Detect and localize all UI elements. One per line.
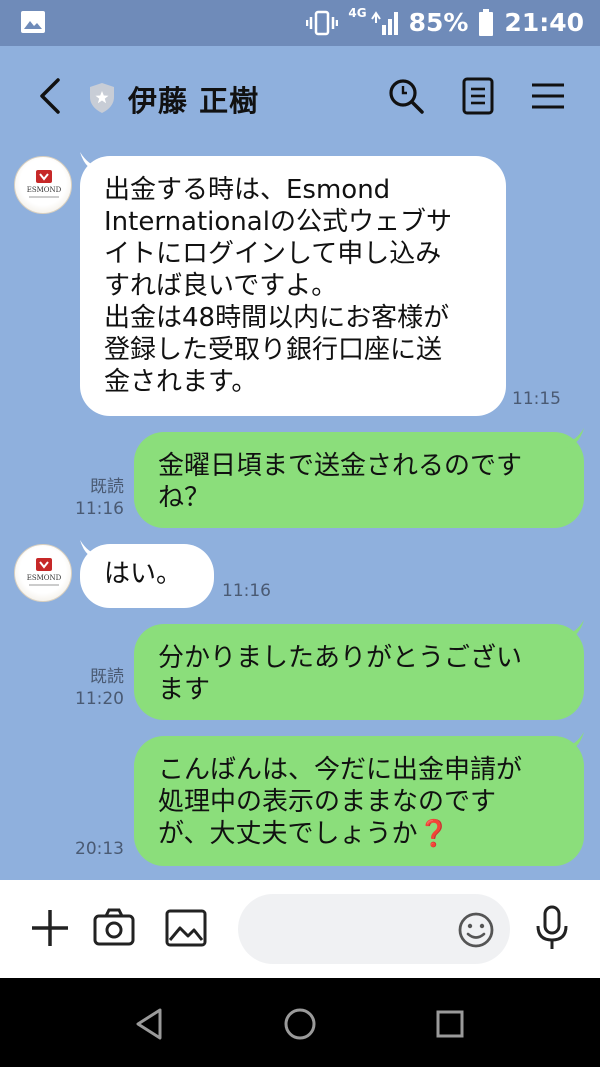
network-type: 4G bbox=[348, 5, 367, 20]
microphone-icon[interactable] bbox=[534, 904, 570, 952]
message-input[interactable] bbox=[258, 894, 458, 964]
message-bubble-outgoing[interactable]: こんばんは、今だに出金申請が 処理中の表示のままなのです が、大丈夫でしょうか❓ bbox=[134, 736, 584, 866]
bubble-tail bbox=[562, 732, 584, 752]
gallery-notification-icon bbox=[21, 11, 45, 33]
message-text: こんばんは、今だに出金申請が 処理中の表示のままなのです が、大丈夫でしょうか❓ bbox=[158, 755, 523, 849]
chat-title: 伊藤 正樹 bbox=[128, 84, 260, 118]
message-time: 11:20 bbox=[75, 689, 124, 709]
search-icon[interactable] bbox=[386, 76, 426, 116]
read-receipt: 既読 11:20 bbox=[66, 666, 124, 710]
signal-icon bbox=[370, 10, 398, 35]
message-text: はい。 bbox=[104, 559, 183, 589]
read-label: 既読 bbox=[90, 667, 124, 687]
bubble-tail bbox=[562, 428, 584, 448]
read-receipt: 既読 11:16 bbox=[66, 476, 124, 520]
message-bubble-outgoing[interactable]: 分かりましたありがとうござい ます bbox=[134, 624, 584, 720]
message-bubble-incoming[interactable]: 出金する時は、Esmond Internationalの公式ウェブサ イトにログイン… bbox=[80, 156, 506, 416]
message-text: 分かりましたありがとうござい ます bbox=[158, 643, 523, 705]
emoji-icon[interactable] bbox=[456, 910, 496, 950]
read-label: 既読 bbox=[90, 477, 124, 497]
notes-icon[interactable] bbox=[458, 76, 498, 116]
contact-avatar[interactable]: ESMOND bbox=[14, 544, 72, 602]
home-nav-icon[interactable] bbox=[280, 1004, 320, 1044]
battery-icon bbox=[479, 8, 494, 36]
vibrate-icon bbox=[306, 10, 339, 35]
svg-text:ESMOND: ESMOND bbox=[27, 574, 62, 582]
recents-nav-icon[interactable] bbox=[430, 1004, 470, 1044]
svg-text:ESMOND: ESMOND bbox=[27, 186, 62, 194]
esmond-logo-icon: ESMOND bbox=[27, 170, 62, 198]
plus-icon[interactable] bbox=[28, 906, 72, 950]
back-arrow-icon[interactable] bbox=[34, 76, 70, 116]
navigation-bar bbox=[0, 978, 600, 1067]
message-text: 出金する時は、Esmond Internationalの公式ウェブサ イトにログイン… bbox=[104, 175, 452, 397]
camera-icon[interactable] bbox=[92, 906, 136, 950]
bubble-tail bbox=[562, 620, 584, 640]
esmond-logo-icon: ESMOND bbox=[27, 558, 62, 586]
message-bubble-incoming[interactable]: はい。 bbox=[80, 544, 214, 608]
message-bubble-outgoing[interactable]: 金曜日頃まで送金されるのです ね？ bbox=[134, 432, 584, 528]
shield-icon bbox=[90, 83, 114, 113]
message-time: 11:16 bbox=[75, 499, 124, 519]
message-input-bar bbox=[0, 880, 600, 978]
battery-percent: 85% bbox=[408, 8, 469, 37]
message-text: 金曜日頃まで送金されるのです ね？ bbox=[158, 451, 523, 513]
status-bar: 4G 85% 21:40 bbox=[0, 0, 600, 46]
chat-header: 伊藤 正樹 bbox=[0, 46, 600, 148]
back-nav-icon[interactable] bbox=[130, 1004, 170, 1044]
clock: 21:40 bbox=[504, 8, 584, 37]
message-time: 11:15 bbox=[512, 389, 561, 409]
message-time: 11:16 bbox=[222, 581, 271, 601]
image-icon[interactable] bbox=[164, 906, 208, 950]
message-time: 20:13 bbox=[75, 839, 124, 859]
message-list[interactable]: ESMOND 出金する時は、Esmond Internationalの公式ウェブサ… bbox=[0, 148, 600, 880]
menu-icon[interactable] bbox=[528, 76, 568, 116]
contact-avatar[interactable]: ESMOND bbox=[14, 156, 72, 214]
